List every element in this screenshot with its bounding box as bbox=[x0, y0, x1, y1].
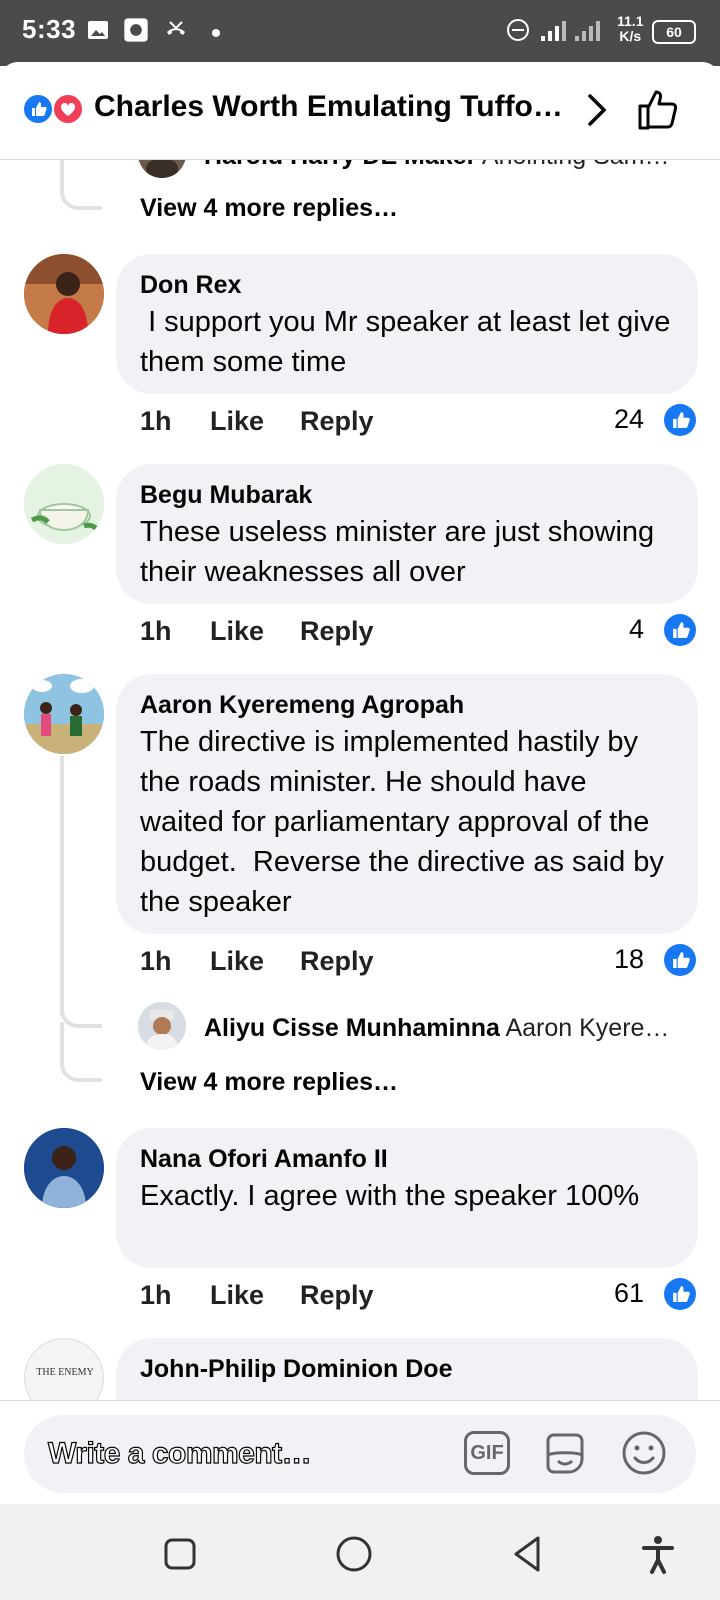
thread-connector bbox=[60, 756, 64, 1016]
like-reaction-icon bbox=[22, 93, 54, 125]
comment-text: The directive is implemented hastily by … bbox=[140, 726, 672, 918]
status-bar: 5:33 11.1 K/s 60 bbox=[0, 0, 720, 66]
like-count[interactable]: 4 bbox=[574, 614, 644, 650]
comment-input[interactable]: Write a comment… GIF bbox=[24, 1415, 696, 1493]
notification-dot bbox=[212, 29, 220, 37]
like-reaction-icon[interactable] bbox=[664, 944, 696, 976]
dnd-icon bbox=[507, 19, 529, 41]
comment-author[interactable]: Begu Mubarak bbox=[140, 480, 674, 510]
comment-bubble[interactable]: Don Rex I support you Mr speaker at leas… bbox=[116, 254, 698, 394]
comment-author[interactable]: Aaron Kyeremeng Agropah bbox=[140, 690, 674, 720]
reply-button[interactable]: Reply bbox=[300, 616, 374, 647]
comment-bubble[interactable]: Aaron Kyeremeng Agropah The directive is… bbox=[116, 674, 698, 934]
chevron-right-icon[interactable] bbox=[578, 90, 614, 130]
love-reaction-icon bbox=[52, 93, 84, 125]
comment-bubble[interactable]: Nana Ofori Amanfo II Exactly. I agree wi… bbox=[116, 1128, 698, 1268]
like-button[interactable]: Like bbox=[210, 946, 264, 977]
gif-button[interactable]: GIF bbox=[464, 1431, 510, 1475]
comment-text: Exactly. I agree with the speaker 100% bbox=[140, 1180, 640, 1212]
like-count[interactable]: 61 bbox=[574, 1278, 644, 1314]
comment-time: 1h bbox=[140, 946, 172, 976]
sticker-icon[interactable] bbox=[540, 1429, 590, 1479]
reply-button[interactable]: Reply bbox=[300, 946, 374, 977]
view-more-replies-button[interactable]: View 4 more replies… bbox=[140, 194, 398, 223]
screenshot-icon bbox=[124, 18, 148, 42]
like-reaction-icon[interactable] bbox=[664, 404, 696, 436]
battery-indicator: 60 bbox=[652, 20, 696, 44]
page-title[interactable]: Charles Worth Emulating Tuffo… bbox=[94, 90, 564, 124]
recent-apps-icon[interactable] bbox=[158, 1532, 202, 1576]
like-count[interactable]: 24 bbox=[574, 404, 644, 440]
like-reaction-icon[interactable] bbox=[664, 1278, 696, 1310]
network-speed: 11.1 K/s bbox=[617, 13, 644, 44]
signal-icon bbox=[541, 21, 566, 41]
avatar[interactable] bbox=[24, 674, 104, 754]
emoji-icon[interactable] bbox=[620, 1429, 668, 1477]
like-count[interactable]: 18 bbox=[574, 944, 644, 980]
comment-placeholder[interactable]: Write a comment… bbox=[47, 1436, 312, 1471]
comment-author[interactable]: Nana Ofori Amanfo II bbox=[140, 1144, 674, 1174]
avatar[interactable] bbox=[24, 254, 104, 334]
avatar[interactable] bbox=[24, 1128, 104, 1208]
gallery-icon bbox=[88, 21, 108, 39]
system-nav-bar bbox=[0, 1504, 720, 1600]
comment-composer: Write a comment… GIF bbox=[0, 1400, 720, 1504]
thread-connector bbox=[60, 1022, 102, 1082]
back-icon[interactable] bbox=[506, 1532, 550, 1576]
like-reaction-icon[interactable] bbox=[664, 614, 696, 646]
comment-time: 1h bbox=[140, 406, 172, 436]
comment-bubble[interactable]: Begu Mubarak These useless minister are … bbox=[116, 464, 698, 604]
like-button[interactable]: Like bbox=[210, 616, 264, 647]
reply-button[interactable]: Reply bbox=[300, 1280, 374, 1311]
comment-time: 1h bbox=[140, 1280, 172, 1310]
missed-call-icon bbox=[167, 21, 185, 35]
comment-text: I support you Mr speaker at least let gi… bbox=[140, 306, 679, 378]
signal-3g-icon bbox=[575, 21, 600, 41]
reply-preview[interactable]: Aliyu Cisse Munhaminna Aaron Kyere… bbox=[204, 1014, 669, 1043]
comments-sheet: Charles Worth Emulating Tuffo… Harold Ha… bbox=[0, 62, 720, 1502]
avatar[interactable] bbox=[138, 1002, 186, 1050]
comment-time: 1h bbox=[140, 616, 172, 646]
like-button[interactable]: Like bbox=[210, 1280, 264, 1311]
like-post-button[interactable] bbox=[634, 86, 682, 134]
reply-button[interactable]: Reply bbox=[300, 406, 374, 437]
post-header: Charles Worth Emulating Tuffo… bbox=[0, 62, 720, 160]
like-button[interactable]: Like bbox=[210, 406, 264, 437]
view-more-replies-button[interactable]: View 4 more replies… bbox=[140, 1068, 398, 1097]
comment-author[interactable]: John-Philip Dominion Doe bbox=[140, 1354, 674, 1384]
comment-author[interactable]: Don Rex bbox=[140, 270, 674, 300]
comment-text: These useless minister are just showing … bbox=[140, 516, 655, 588]
accessibility-icon[interactable] bbox=[636, 1532, 680, 1576]
avatar[interactable] bbox=[24, 464, 104, 544]
home-icon[interactable] bbox=[332, 1532, 376, 1576]
status-time: 5:33 bbox=[22, 14, 77, 44]
